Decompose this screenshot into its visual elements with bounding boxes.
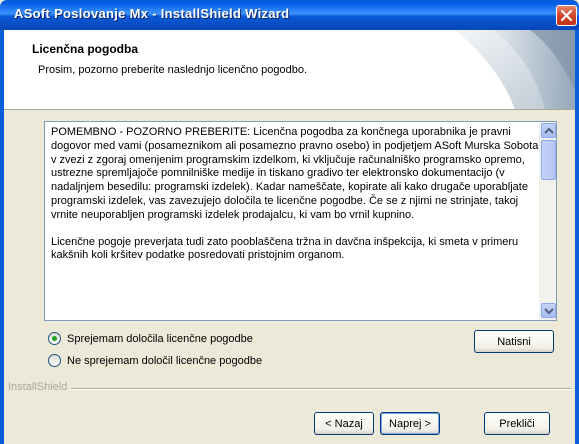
installshield-header-graphic — [455, 30, 575, 109]
chevron-up-icon — [544, 127, 554, 134]
accept-option[interactable]: Sprejemam določila licenčne pogodbe — [48, 332, 253, 345]
license-paragraph: POMEMBNO - POZORNO PREBERITE: Licenčna p… — [51, 126, 539, 221]
vertical-scrollbar[interactable] — [539, 122, 556, 320]
cancel-button[interactable]: Prekliči — [484, 412, 550, 435]
installshield-brand: InstallShield — [8, 381, 72, 393]
wizard-header: Licenčna pogodba Prosim, pozorno preberi… — [4, 30, 575, 110]
scroll-up-button[interactable] — [541, 123, 556, 138]
accept-radio[interactable] — [48, 332, 61, 345]
print-button[interactable]: Natisni — [474, 330, 554, 353]
page-subtitle: Prosim, pozorno preberite naslednjo lice… — [38, 64, 308, 76]
window-title: ASoft Poslovanje Mx - InstallShield Wiza… — [14, 6, 290, 21]
decline-label: Ne sprejemam določil licenčne pogodbe — [67, 354, 263, 367]
title-bar[interactable]: ASoft Poslovanje Mx - InstallShield Wiza… — [0, 0, 579, 30]
accept-label: Sprejemam določila licenčne pogodbe — [67, 332, 253, 345]
license-text: POMEMBNO - POZORNO PREBERITE: Licenčna p… — [51, 126, 539, 316]
scroll-down-button[interactable] — [541, 303, 556, 318]
decline-radio[interactable] — [48, 354, 61, 367]
back-button[interactable]: < Nazaj — [314, 412, 374, 435]
window-frame-right — [575, 30, 579, 444]
scroll-thumb[interactable] — [541, 140, 556, 180]
close-button[interactable] — [556, 5, 577, 26]
page-title: Licenčna pogodba — [32, 42, 139, 56]
close-icon — [560, 9, 573, 22]
license-text-box[interactable]: POMEMBNO - POZORNO PREBERITE: Licenčna p… — [44, 121, 557, 321]
footer-divider — [8, 388, 571, 390]
chevron-down-icon — [544, 308, 554, 315]
license-paragraph: Licenčne pogoje preverjata tudi zato poo… — [51, 235, 519, 262]
decline-option[interactable]: Ne sprejemam določil licenčne pogodbe — [48, 354, 262, 367]
next-button[interactable]: Naprej > — [380, 412, 440, 435]
